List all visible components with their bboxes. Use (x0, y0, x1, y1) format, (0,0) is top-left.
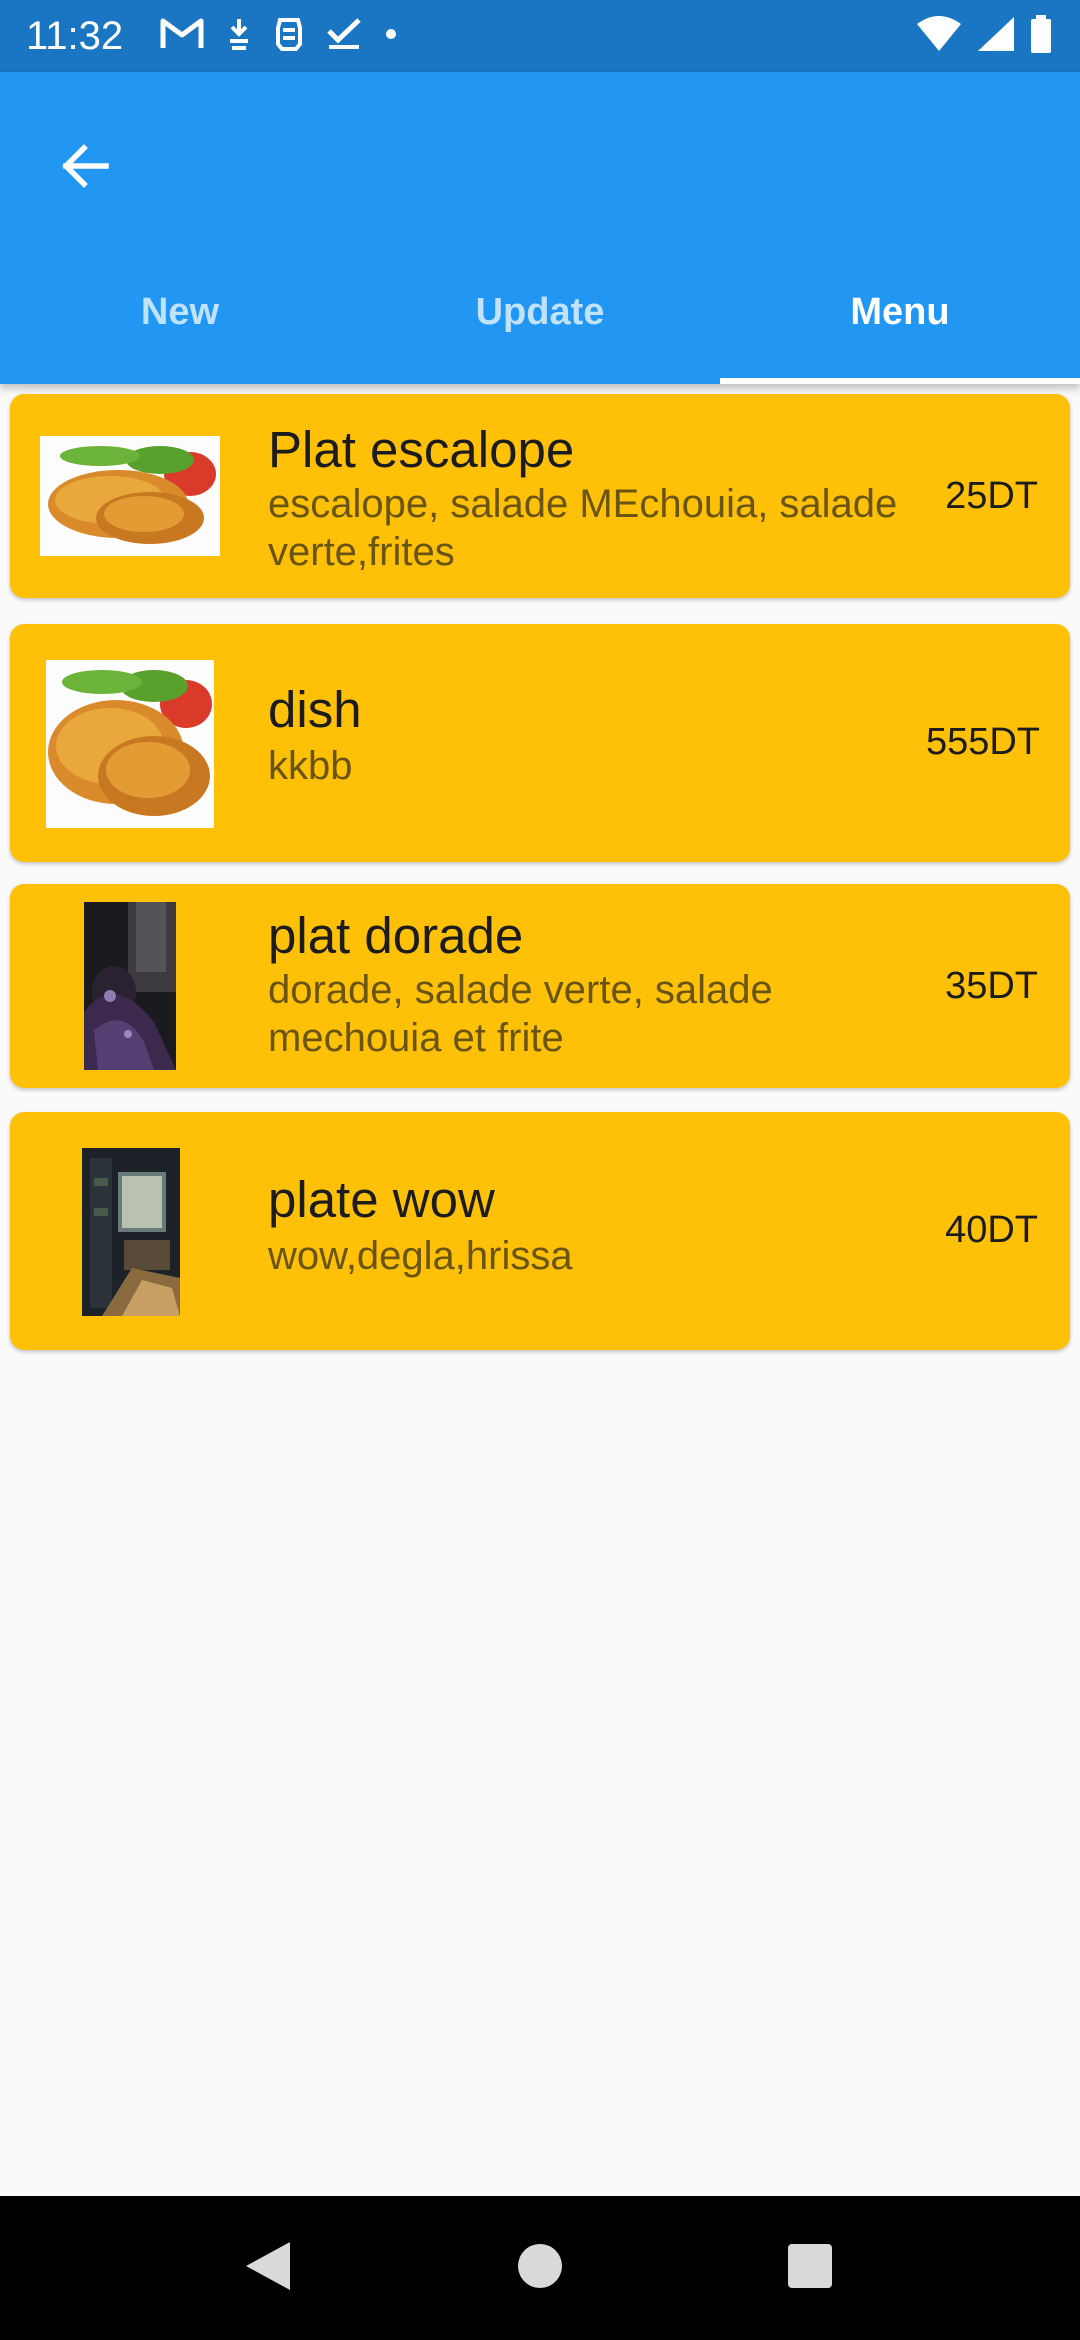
item-description: dorade, salade verte, salade mechouia et… (268, 968, 773, 1060)
tab-update[interactable]: Update (360, 240, 720, 384)
item-description: wow,degla,hrissa (268, 1234, 573, 1278)
item-description: kkbb (268, 744, 353, 788)
menu-item-card[interactable]: Plat escalope escalope, salade MEchouia,… (10, 394, 1070, 598)
tab-bar: New Update Menu (0, 240, 1080, 384)
wifi-icon (916, 15, 962, 58)
check-icon (326, 17, 362, 56)
security-icon (274, 16, 304, 57)
nav-back-button[interactable] (240, 2240, 296, 2296)
arrow-back-icon (56, 138, 112, 199)
item-price: 25DT (945, 475, 1038, 517)
gmail-icon (160, 17, 204, 56)
item-name: plat dorade (268, 907, 524, 964)
escalope-photo (46, 660, 214, 828)
dark-photo (84, 902, 176, 1070)
nav-recents-icon (787, 2243, 833, 2294)
tab-label: Menu (850, 290, 950, 333)
nav-back-icon (244, 2240, 292, 2297)
item-price: 555DT (925, 721, 1040, 763)
item-price: 35DT (945, 965, 1038, 1007)
item-name: Plat escalope (268, 421, 575, 478)
status-time: 11:32 (26, 14, 124, 58)
menu-item-card[interactable]: plat dorade dorade, salade verte, salade… (10, 884, 1070, 1088)
tab-new[interactable]: New (0, 240, 360, 384)
item-description: escalope, salade MEchouia, salade verte,… (268, 482, 898, 574)
navigation-bar (0, 2196, 1080, 2340)
notification-icons (160, 14, 398, 58)
download-icon (226, 17, 252, 56)
item-name: dish (268, 681, 362, 738)
tab-menu[interactable]: Menu (720, 240, 1080, 384)
escalope-photo (40, 436, 220, 556)
app-bar: New Update Menu (0, 72, 1080, 384)
tab-label: New (140, 290, 220, 333)
signal-icon (976, 15, 1016, 58)
menu-item-card[interactable]: plate wow wow,degla,hrissa 40DT (10, 1112, 1070, 1350)
battery-icon (1030, 14, 1052, 58)
status-bar: 11:32 (0, 0, 1080, 72)
nav-recents-button[interactable] (782, 2240, 838, 2296)
nav-home-button[interactable] (512, 2240, 568, 2296)
dot-icon (384, 27, 398, 46)
system-icons (916, 14, 1052, 58)
item-price: 40DT (945, 1209, 1038, 1251)
tab-label: Update (475, 290, 605, 333)
back-button[interactable] (40, 124, 128, 212)
item-name: plate wow (268, 1171, 495, 1228)
room-photo (82, 1148, 180, 1316)
nav-home-icon (516, 2242, 564, 2295)
menu-item-card[interactable]: dish kkbb 555DT (10, 624, 1070, 862)
